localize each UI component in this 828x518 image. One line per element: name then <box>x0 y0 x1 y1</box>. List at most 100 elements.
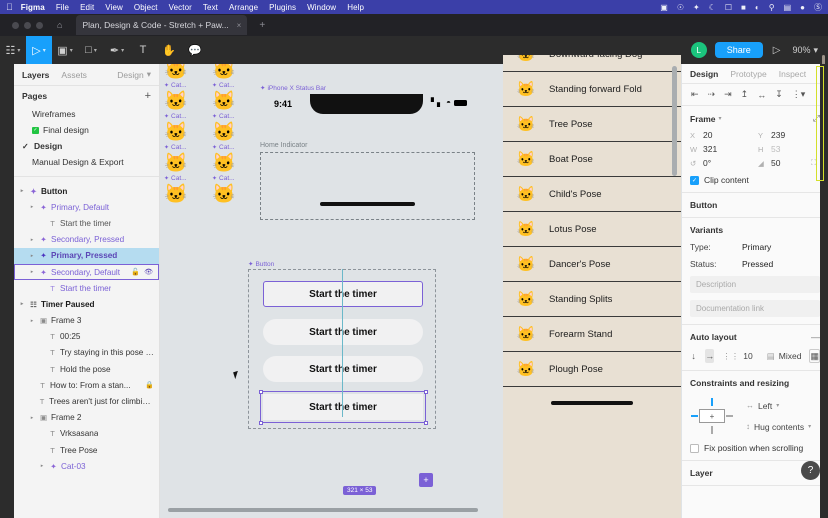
layer-row[interactable]: T 00:25 <box>14 329 159 345</box>
menu-item-window[interactable]: Window <box>307 3 336 12</box>
align-left-icon[interactable]: ⇤ <box>691 89 699 100</box>
frame-tool[interactable]: ▣▾ <box>52 36 78 64</box>
align-right-icon[interactable]: ⇥ <box>724 89 732 100</box>
battery-icon[interactable]: ■ <box>741 3 746 12</box>
comment-tool[interactable]: 💬 <box>182 36 208 64</box>
resize-handle-top-right[interactable] <box>424 390 428 394</box>
variant-property-type[interactable]: Type: Primary <box>690 242 820 252</box>
list-item[interactable]: 🐱 Downward-facing Dog <box>503 55 681 72</box>
menu-item-text[interactable]: Text <box>203 3 218 12</box>
menu-item-edit[interactable]: Edit <box>80 3 94 12</box>
present-button[interactable]: ▷ <box>773 45 781 56</box>
variant-secondary-pressed[interactable]: Start the timer <box>263 319 423 345</box>
iphone-status-bar-component[interactable]: ✦ iPhone X Status Bar 9:41 ▘▖ ◓ <box>260 84 475 124</box>
list-item[interactable]: 🐱 Dancer's Pose <box>503 247 681 282</box>
layers-list[interactable]: ▸ ✦ Button ▸ ✦ Primary, Default T Start … <box>14 183 159 518</box>
text-tool[interactable]: T <box>130 36 156 64</box>
resize-handle-bottom-right[interactable] <box>424 421 428 425</box>
list-item[interactable]: 🐱 Boat Pose <box>503 142 681 177</box>
moon-icon[interactable]: ☾ <box>709 3 716 12</box>
chevron-right-icon[interactable]: ▸ <box>28 204 36 210</box>
constraint-tick-right[interactable] <box>726 415 733 417</box>
description-input[interactable]: Description <box>690 276 820 293</box>
zoom-control[interactable]: 90% ▾ <box>792 45 818 56</box>
eye-icon[interactable]: 👁 <box>144 268 153 276</box>
notification-icon[interactable]: ● <box>800 3 805 12</box>
chevron-right-icon[interactable]: ▸ <box>18 301 26 307</box>
page-item-wireframes[interactable]: Wireframes <box>14 106 159 122</box>
vertical-constraint-dropdown[interactable]: ↕ Hug contents ▾ <box>746 422 811 432</box>
documentation-link-input[interactable]: Documentation link <box>690 300 820 317</box>
constraint-tick-left[interactable] <box>691 415 698 417</box>
height-field[interactable]: H 53 <box>758 144 820 154</box>
button-frame-label[interactable]: ✦ Button <box>248 260 274 268</box>
cat-icon[interactable]: 🐱 <box>212 151 236 175</box>
page-item-manual-design-export[interactable]: Manual Design & Export <box>14 154 159 170</box>
cat-icon[interactable]: 🐱 <box>212 182 236 206</box>
chevron-right-icon[interactable]: ▸ <box>28 415 36 421</box>
list-item[interactable]: 🐱 Tree Pose <box>503 107 681 142</box>
clip-content-checkbox[interactable]: ✓ <box>690 176 699 185</box>
menu-item-view[interactable]: View <box>105 3 123 12</box>
layer-row[interactable]: ▸ ▣ Frame 2 <box>14 410 159 426</box>
tab-design[interactable]: Design <box>690 69 718 79</box>
cat-icon[interactable]: 🐱 <box>164 64 188 82</box>
layer-row[interactable]: T Trees aren't just for climbing a... <box>14 393 159 409</box>
screen-record-icon[interactable]: ▣ <box>660 3 668 12</box>
chevron-down-icon[interactable]: ▾ <box>719 115 722 122</box>
menu-item-object[interactable]: Object <box>134 3 158 12</box>
lock-icon[interactable]: 🔒 <box>145 381 154 389</box>
move-tool[interactable]: ▷▾ <box>26 36 52 64</box>
list-item[interactable]: 🐱 Standing forward Fold <box>503 72 681 107</box>
arrow-down-icon[interactable]: ↓ <box>690 349 697 363</box>
cat-icon[interactable]: 🐱 <box>164 120 188 144</box>
layer-row[interactable]: ▸ ▣ Frame 3 <box>14 313 159 329</box>
layer-row[interactable]: ▸ ✦ Primary, Pressed <box>14 248 159 264</box>
layer-row[interactable]: T Try staying in this pose f... <box>14 345 159 361</box>
resize-handle-bottom-left[interactable] <box>259 421 263 425</box>
wifi-icon[interactable]: ◐ <box>755 3 760 12</box>
tab-layers[interactable]: Layers <box>22 70 49 80</box>
distribute-icon[interactable]: ⋮▾ <box>792 89 806 100</box>
maximize-window-button[interactable] <box>36 22 43 29</box>
layer-row[interactable]: ▸ ✦ Cat-03 <box>14 458 159 474</box>
menu-item-figma[interactable]: Figma <box>21 3 45 12</box>
window-controls[interactable] <box>0 22 43 29</box>
minimize-window-button[interactable] <box>24 22 31 29</box>
list-item[interactable]: 🐱 Plough Pose <box>503 352 681 387</box>
constraints-grid[interactable]: + <box>690 396 734 436</box>
pen-tool[interactable]: ✒▾ <box>104 36 130 64</box>
tab-assets[interactable]: Assets <box>61 70 87 80</box>
layer-row[interactable]: T How to: From a stan... 🔒 <box>14 377 159 393</box>
align-bottom-icon[interactable]: ↧ <box>775 89 783 100</box>
x-field[interactable]: X 20 <box>690 130 752 140</box>
page-item-final-design[interactable]: ✓ Final design <box>14 122 159 138</box>
menu-item-vector[interactable]: Vector <box>169 3 192 12</box>
layer-row-actions[interactable]: 🔓 👁 <box>131 268 153 276</box>
variant-primary-pressed[interactable]: Start the timer <box>263 356 423 382</box>
chevron-right-icon[interactable]: ▸ <box>38 463 46 469</box>
share-button[interactable]: Share <box>715 42 763 58</box>
menu-item-help[interactable]: Help <box>347 3 364 12</box>
page-item-design[interactable]: ✓ Design <box>14 138 159 154</box>
canvas-horizontal-scrollbar[interactable] <box>168 508 478 512</box>
menu-item-plugins[interactable]: Plugins <box>269 3 296 12</box>
cat-icon[interactable]: 🐱 <box>212 89 236 113</box>
layer-row[interactable]: ▸ ✦ Primary, Default <box>14 199 159 215</box>
cat-icon[interactable]: 🐱 <box>164 89 188 113</box>
variant-primary-default[interactable]: Start the timer <box>263 281 423 307</box>
control-center-icon[interactable]: ▤ <box>784 3 792 12</box>
layer-row[interactable]: T Vrksasana <box>14 426 159 442</box>
cat-icon[interactable]: 🐱 <box>164 182 188 206</box>
hand-tool[interactable]: ✋ <box>156 36 182 64</box>
display-icon[interactable]: ☉ <box>677 3 684 12</box>
battery-case-icon[interactable]: ☐ <box>725 3 732 12</box>
cat-icon[interactable]: 🐱 <box>212 64 236 82</box>
layer-row[interactable]: ▸ ✦ Secondary, Pressed <box>14 232 159 248</box>
rotation-field[interactable]: ↺ 0° <box>690 158 752 168</box>
close-window-button[interactable] <box>12 22 19 29</box>
list-item[interactable]: 🐱 Forearm Stand <box>503 317 681 352</box>
corner-radius-field[interactable]: ◢ 50 ⛶ <box>758 158 820 168</box>
canvas-vertical-scrollbar[interactable] <box>672 66 677 176</box>
tab-prototype[interactable]: Prototype <box>730 69 766 79</box>
